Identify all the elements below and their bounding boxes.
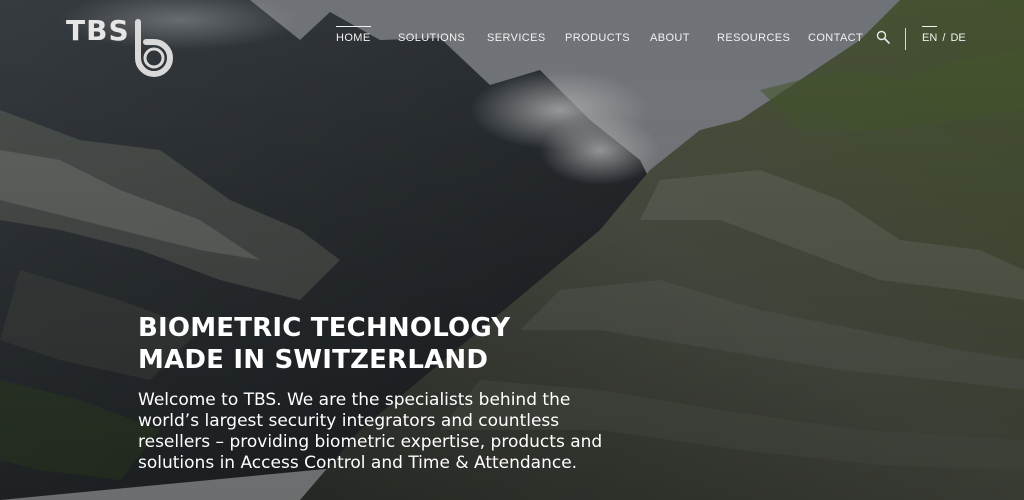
language-en-link[interactable]: EN xyxy=(922,32,937,44)
nav-item-services[interactable]: SERVICES xyxy=(487,32,546,44)
nav-divider xyxy=(905,28,906,50)
nav-item-products[interactable]: PRODUCTS xyxy=(565,32,630,44)
hero-intro-line: solutions in Access Control and Time & A… xyxy=(138,453,578,473)
nav-item-about[interactable]: ABOUT xyxy=(650,32,690,44)
tbs-logo[interactable]: TBS xyxy=(66,12,176,82)
hero-headline-line1: BIOMETRIC TECHNOLOGY xyxy=(138,313,511,343)
nav-item-resources[interactable]: RESOURCES xyxy=(717,32,790,44)
search-icon[interactable] xyxy=(876,30,890,44)
hero-headline-line2: MADE IN SWITZERLAND xyxy=(138,345,489,375)
nav-item-contact[interactable]: CONTACT xyxy=(808,32,863,44)
language-de-link[interactable]: DE xyxy=(950,32,965,44)
language-switcher: EN / DE xyxy=(922,32,966,44)
nav-item-solutions[interactable]: SOLUTIONS xyxy=(398,32,465,44)
hero-intro-text: Welcome to TBS. We are the specialists b… xyxy=(138,390,658,474)
fingerprint-logo-icon xyxy=(135,19,173,77)
hero-headline: BIOMETRIC TECHNOLOGY MADE IN SWITZERLAND xyxy=(138,312,658,376)
language-separator: / xyxy=(942,32,946,44)
nav-item-home[interactable]: HOME xyxy=(336,26,371,44)
hero-intro-line: world’s largest security integrators and… xyxy=(138,411,560,431)
logo-text: TBS xyxy=(66,14,130,47)
hero-intro-line: Welcome to TBS. We are the specialists b… xyxy=(138,390,571,410)
hero-intro-line: resellers – providing biometric expertis… xyxy=(138,432,603,452)
